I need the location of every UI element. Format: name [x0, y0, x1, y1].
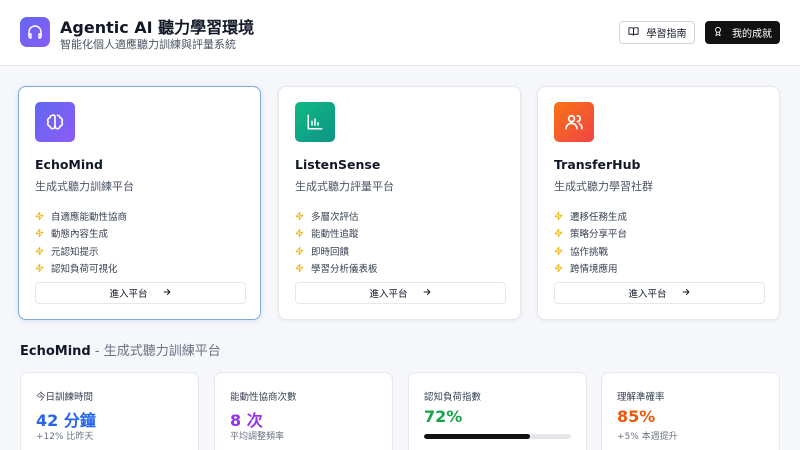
cognitive-load-progress-bar: [424, 434, 571, 439]
lightning-icon: [35, 263, 45, 273]
stat-value: 42 分鐘: [36, 411, 96, 430]
stat-note: 平均調整頻率: [230, 432, 285, 442]
arrow-right-icon: [681, 287, 691, 300]
headphones-icon: [20, 17, 50, 47]
learning-guide-label: 學習指南: [646, 29, 687, 40]
stat-card-negotiation-count: 能動性協商次數 8 次 平均調整頻率: [214, 372, 393, 450]
app-title: Agentic AI 聽力學習環境: [60, 18, 255, 37]
lightning-icon: [554, 246, 564, 256]
feature-label: 遷移任務生成: [570, 211, 628, 223]
lightning-icon: [35, 228, 45, 238]
enter-platform-button[interactable]: 進入平台: [554, 282, 765, 304]
feature-item: 學習分析儀表板: [295, 260, 378, 278]
feature-label: 元認知提示: [51, 246, 99, 258]
bar-chart-icon: [295, 102, 335, 142]
feature-item: 即時回饋: [295, 242, 378, 260]
users-icon: [554, 102, 594, 142]
feature-item: 認知負荷可視化: [35, 260, 127, 278]
section-platform-subtitle: - 生成式聽力訓練平台: [90, 344, 221, 359]
progress-fill: [424, 434, 530, 439]
app-header: Agentic AI 聽力學習環境 智能化個人適應聽力訓練與評量系統 學習指南 …: [0, 0, 800, 66]
enter-platform-button[interactable]: 進入平台: [295, 282, 506, 304]
platform-name: ListenSense: [295, 157, 381, 172]
platform-name: EchoMind: [35, 157, 104, 172]
platform-subtitle: 生成式聽力評量平台: [295, 180, 394, 193]
feature-item: 策略分享平台: [554, 225, 627, 243]
stat-value: 72%: [424, 407, 463, 426]
stat-note: +5% 本週提升: [617, 432, 678, 442]
stat-value: 85%: [617, 407, 656, 426]
enter-platform-label: 進入平台: [109, 289, 148, 300]
lightning-icon: [295, 263, 305, 273]
stat-label: 今日訓練時間: [36, 392, 94, 403]
stat-label: 能動性協商次數: [230, 392, 297, 403]
brain-icon: [35, 102, 75, 142]
platform-card-echomind[interactable]: EchoMind 生成式聽力訓練平台 自適應能動性協商 動態內容生成 元認知提示…: [18, 86, 261, 320]
stat-value: 8 次: [230, 411, 263, 430]
award-icon: [713, 26, 723, 40]
feature-item: 自適應能動性協商: [35, 207, 127, 225]
feature-label: 跨情境應用: [570, 264, 618, 276]
my-achievements-button[interactable]: 我的成就: [705, 21, 780, 44]
feature-list: 自適應能動性協商 動態內容生成 元認知提示 認知負荷可視化: [35, 207, 127, 277]
stat-label: 認知負荷指數: [424, 392, 482, 403]
platform-card-transferhub[interactable]: TransferHub 生成式聽力學習社群 遷移任務生成 策略分享平台 協作挑戰…: [537, 86, 780, 320]
lightning-icon: [295, 211, 305, 221]
platform-card-listensense[interactable]: ListenSense 生成式聽力評量平台 多層次評估 能動性追蹤 即時回饋 學…: [278, 86, 521, 320]
feature-label: 自適應能動性協商: [51, 211, 128, 223]
platform-name: TransferHub: [554, 157, 641, 172]
lightning-icon: [554, 211, 564, 221]
platform-subtitle: 生成式聽力訓練平台: [35, 180, 134, 193]
book-icon: [627, 26, 639, 40]
lightning-icon: [554, 263, 564, 273]
feature-item: 遷移任務生成: [554, 207, 627, 225]
feature-item: 動態內容生成: [35, 225, 127, 243]
stat-card-cognitive-load: 認知負荷指數 72%: [408, 372, 587, 450]
arrow-right-icon: [422, 287, 432, 300]
lightning-icon: [554, 228, 564, 238]
feature-label: 學習分析儀表板: [311, 264, 378, 276]
feature-item: 元認知提示: [35, 242, 127, 260]
app-subtitle: 智能化個人適應聽力訓練與評量系統: [60, 38, 236, 51]
stat-card-training-time: 今日訓練時間 42 分鐘 +12% 比昨天: [20, 372, 199, 450]
stat-card-accuracy: 理解準確率 85% +5% 本週提升: [601, 372, 780, 450]
lightning-icon: [35, 246, 45, 256]
lightning-icon: [295, 228, 305, 238]
learning-guide-button[interactable]: 學習指南: [619, 21, 695, 44]
feature-list: 多層次評估 能動性追蹤 即時回饋 學習分析儀表板: [295, 207, 378, 277]
lightning-icon: [295, 246, 305, 256]
enter-platform-button[interactable]: 進入平台: [35, 282, 246, 304]
enter-platform-label: 進入平台: [628, 289, 667, 300]
feature-item: 能動性追蹤: [295, 225, 378, 243]
feature-item: 多層次評估: [295, 207, 378, 225]
lightning-icon: [35, 211, 45, 221]
arrow-right-icon: [162, 287, 172, 300]
feature-label: 能動性追蹤: [311, 229, 359, 241]
feature-label: 多層次評估: [311, 211, 359, 223]
section-platform-name: EchoMind: [20, 344, 91, 359]
section-title: EchoMind - 生成式聽力訓練平台: [20, 340, 221, 359]
feature-label: 策略分享平台: [570, 229, 628, 241]
feature-label: 動態內容生成: [51, 229, 109, 241]
platform-subtitle: 生成式聽力學習社群: [554, 180, 653, 193]
enter-platform-label: 進入平台: [369, 289, 408, 300]
feature-item: 協作挑戰: [554, 242, 627, 260]
feature-label: 協作挑戰: [570, 246, 609, 258]
feature-list: 遷移任務生成 策略分享平台 協作挑戰 跨情境應用: [554, 207, 627, 277]
my-achievements-label: 我的成就: [732, 29, 772, 40]
feature-label: 即時回饋: [311, 246, 350, 258]
stat-label: 理解準確率: [617, 392, 665, 403]
feature-label: 認知負荷可視化: [51, 264, 118, 276]
stat-note: +12% 比昨天: [36, 432, 94, 442]
feature-item: 跨情境應用: [554, 260, 627, 278]
